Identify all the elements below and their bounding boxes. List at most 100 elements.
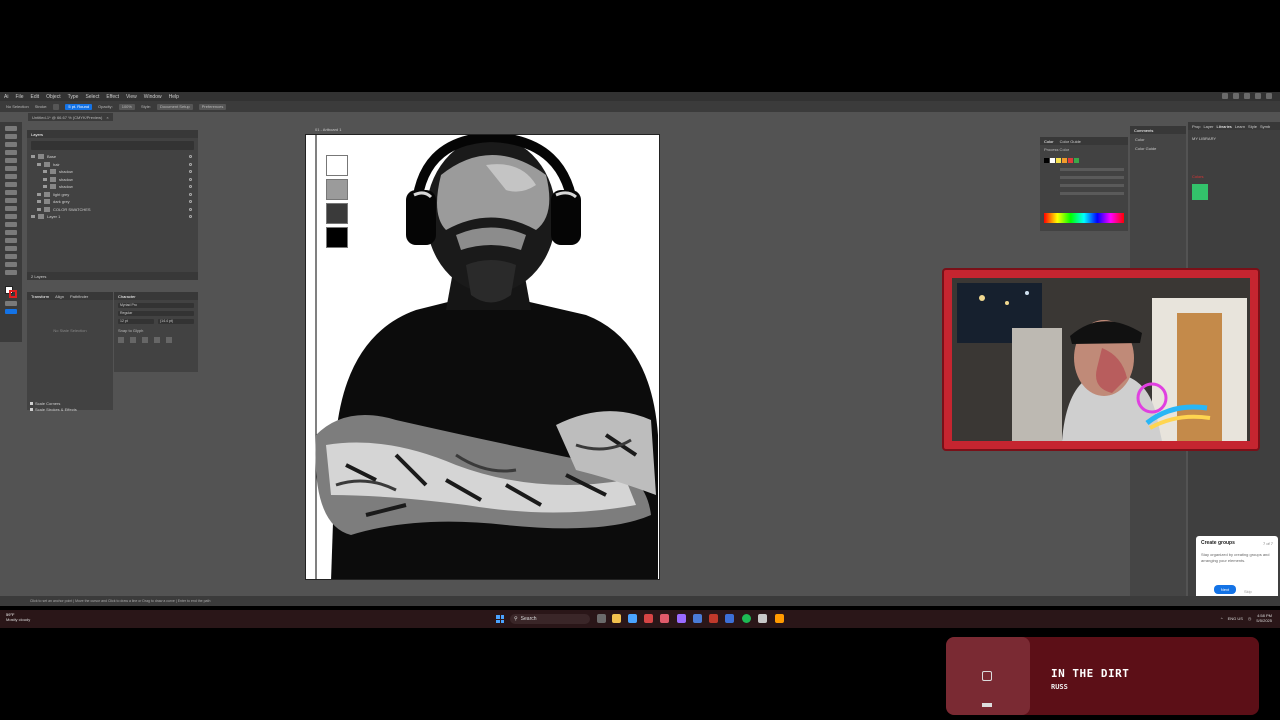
target-icon[interactable] xyxy=(189,155,192,159)
mini-swatch[interactable] xyxy=(1062,158,1067,163)
cyan-slider[interactable] xyxy=(1060,168,1124,171)
artboard-label[interactable]: 01 - Artboard 1 xyxy=(315,127,341,132)
tab-layers-right[interactable]: Layer xyxy=(1203,124,1213,129)
target-icon[interactable] xyxy=(189,215,192,219)
visibility-icon[interactable] xyxy=(43,185,47,189)
library-title[interactable]: MY LIBRARY xyxy=(1188,130,1280,147)
layer-row[interactable]: Layer 1 xyxy=(27,213,198,221)
swatch-light-grey[interactable] xyxy=(326,179,348,200)
menu-object[interactable]: Object xyxy=(46,94,60,100)
artboard[interactable] xyxy=(305,134,660,580)
tab-styles[interactable]: Style xyxy=(1248,124,1257,129)
swatch-black[interactable] xyxy=(326,227,348,248)
font-family-dropdown[interactable]: Myriad Pro xyxy=(118,303,194,308)
task-view-icon[interactable] xyxy=(597,614,606,623)
visibility-icon[interactable] xyxy=(37,192,41,196)
chevron-up-icon[interactable]: ^ xyxy=(1221,616,1223,621)
target-icon[interactable] xyxy=(189,192,192,196)
tab-learn[interactable]: Learn xyxy=(1235,124,1245,129)
app-icon[interactable] xyxy=(709,614,718,623)
scale-tool-icon[interactable] xyxy=(5,214,17,219)
target-icon[interactable] xyxy=(189,185,192,189)
layer-row[interactable]: Base xyxy=(27,153,198,161)
snap-xheight-icon[interactable] xyxy=(130,337,136,343)
props-item-color[interactable]: Color xyxy=(1130,134,1186,145)
scale-strokes-checkbox[interactable]: Scale Strokes & Effects xyxy=(27,406,113,412)
target-icon[interactable] xyxy=(189,177,192,181)
tab-align[interactable]: Align xyxy=(55,294,64,299)
app-icon[interactable] xyxy=(758,614,767,623)
mini-swatch[interactable] xyxy=(1044,158,1049,163)
tab-symbols[interactable]: Symb xyxy=(1260,124,1270,129)
shape-builder-tool-icon[interactable] xyxy=(5,230,17,235)
discord-icon[interactable] xyxy=(677,614,686,623)
app-icon[interactable] xyxy=(725,614,734,623)
type-tool-icon[interactable] xyxy=(5,158,17,163)
hand-tool-icon[interactable] xyxy=(5,262,17,267)
snap-baseline-icon[interactable] xyxy=(118,337,124,343)
yellow-slider[interactable] xyxy=(1060,184,1124,187)
layer-row[interactable]: light grey xyxy=(27,191,198,199)
taskbar-search[interactable]: ⚲ Search xyxy=(510,614,590,624)
swatch-dark-grey[interactable] xyxy=(326,203,348,224)
library-color-swatch[interactable] xyxy=(1192,184,1208,200)
preferences-button[interactable]: Preferences xyxy=(198,103,227,110)
layer-row[interactable]: dark grey xyxy=(27,198,198,206)
eraser-tool-icon[interactable] xyxy=(5,198,17,203)
clock[interactable]: 4:58 PM 5/5/2025 xyxy=(1256,613,1272,623)
menu-edit[interactable]: Edit xyxy=(31,94,40,100)
menu-app-icon[interactable]: Ai xyxy=(4,94,8,100)
search-icon[interactable] xyxy=(1233,93,1239,99)
snap-bounds-icon[interactable] xyxy=(142,337,148,343)
visibility-icon[interactable] xyxy=(37,162,41,166)
mini-swatch[interactable] xyxy=(1068,158,1073,163)
tab-color[interactable]: Color xyxy=(1044,139,1054,144)
start-icon[interactable] xyxy=(496,615,504,623)
magenta-slider[interactable] xyxy=(1060,176,1124,179)
visibility-icon[interactable] xyxy=(37,200,41,204)
mini-swatch[interactable] xyxy=(1050,158,1055,163)
target-icon[interactable] xyxy=(189,200,192,204)
mini-swatch[interactable] xyxy=(1056,158,1061,163)
visibility-icon[interactable] xyxy=(37,207,41,211)
tab-pathfinder[interactable]: Pathfinder xyxy=(70,294,88,299)
store-icon[interactable] xyxy=(628,614,637,623)
pencil-tool-icon[interactable] xyxy=(5,190,17,195)
maximize-icon[interactable] xyxy=(1255,93,1261,99)
menu-file[interactable]: File xyxy=(15,94,23,100)
font-style-dropdown[interactable]: Regular xyxy=(118,311,194,316)
stroke-weight-field[interactable]: ​ xyxy=(53,103,60,110)
menu-help[interactable]: Help xyxy=(169,94,179,100)
app-icon[interactable] xyxy=(660,614,669,623)
visibility-icon[interactable] xyxy=(43,177,47,181)
pen-tool-icon[interactable] xyxy=(5,150,17,155)
close-tab-icon[interactable]: × xyxy=(106,115,108,120)
rectangle-tool-icon[interactable] xyxy=(5,174,17,179)
checkbox-box[interactable] xyxy=(30,407,33,411)
visibility-icon[interactable] xyxy=(31,215,35,219)
weather-widget[interactable]: 59°F Mostly cloudy xyxy=(6,612,30,622)
zoom-tool-icon[interactable] xyxy=(5,270,17,275)
rotate-tool-icon[interactable] xyxy=(5,206,17,211)
illustrator-icon[interactable] xyxy=(775,614,784,623)
brush-style-dropdown[interactable]: 5 pt. Round xyxy=(65,103,93,110)
selection-tool-icon[interactable] xyxy=(5,126,17,131)
layer-row[interactable]: shadow xyxy=(27,176,198,184)
checkbox-box[interactable] xyxy=(30,401,33,405)
leading-field[interactable]: (14.4 pt) xyxy=(158,319,194,324)
document-setup-button[interactable]: Document Setup xyxy=(156,103,193,110)
layer-row[interactable]: shadow xyxy=(27,183,198,191)
fill-stroke-swatches[interactable] xyxy=(5,286,17,298)
app-icon[interactable] xyxy=(693,614,702,623)
menu-select[interactable]: Select xyxy=(85,94,99,100)
artboard-tool-icon[interactable] xyxy=(5,254,17,259)
line-tool-icon[interactable] xyxy=(5,166,17,171)
menu-window[interactable]: Window xyxy=(144,94,162,100)
share-icon[interactable] xyxy=(1222,93,1228,99)
minimize-icon[interactable] xyxy=(1244,93,1250,99)
tab-layers[interactable]: Layers xyxy=(31,132,43,137)
skip-button[interactable]: Skip xyxy=(1244,589,1252,594)
draw-mode-icon[interactable] xyxy=(5,301,17,306)
spotify-icon[interactable] xyxy=(742,614,751,623)
snap-angle-icon[interactable] xyxy=(166,337,172,343)
